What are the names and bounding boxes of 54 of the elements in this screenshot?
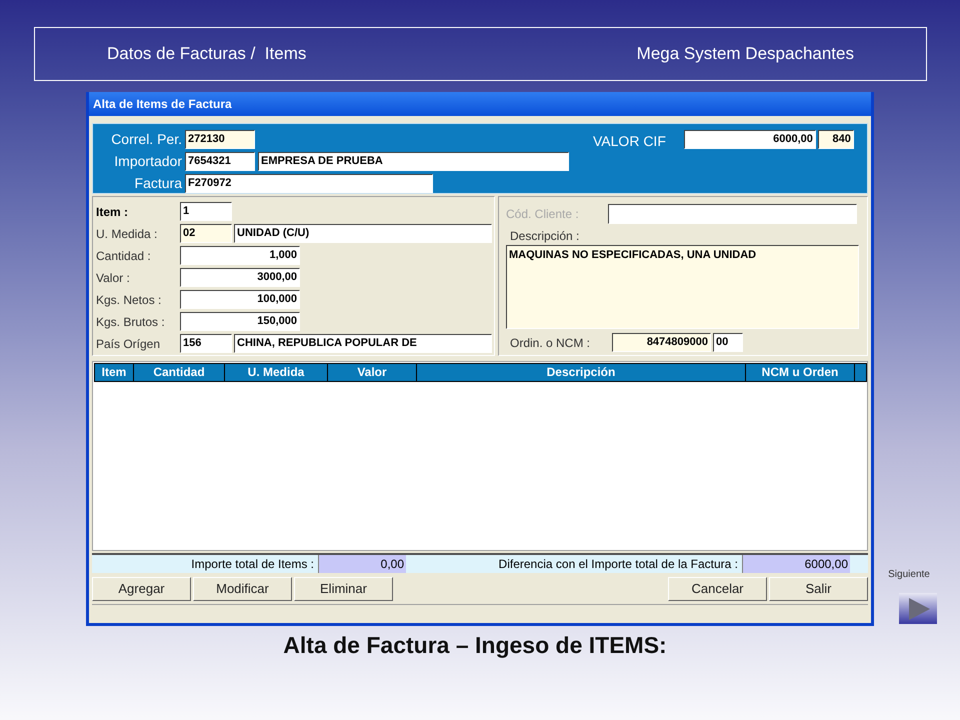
invoice-field[interactable]: F270972	[185, 174, 433, 193]
field-label: U. Medida :	[96, 226, 158, 242]
currency-field[interactable]: 840	[818, 130, 854, 149]
column-header[interactable]: U. Medida	[225, 364, 327, 381]
dialog-button[interactable]: Cancelar	[668, 577, 767, 601]
cif-amount-field[interactable]: 6000,00	[684, 130, 816, 149]
slide-title: Datos de Facturas / Items	[107, 43, 306, 66]
field-label: VALOR CIF	[593, 132, 666, 151]
field-label: Cód. Cliente :	[506, 206, 580, 223]
field-label: Factura	[134, 174, 182, 193]
ncm-suffix-field[interactable]: 00	[713, 333, 743, 352]
item-field[interactable]: 1	[180, 202, 232, 221]
action-button[interactable]: Agregar	[92, 577, 191, 601]
field-label: Cantidad :	[96, 248, 152, 264]
difference-value: 6000,00	[742, 555, 850, 573]
next-icon[interactable]	[899, 593, 937, 624]
number-field[interactable]: 1,000	[180, 246, 300, 265]
importer-code-field[interactable]: 7654321	[185, 152, 255, 171]
field-label: Kgs. Netos :	[96, 292, 162, 308]
field-label: Valor :	[96, 270, 131, 286]
field-label: Correl. Per.	[110, 130, 182, 149]
brand-name: Mega System Despachantes	[636, 43, 854, 66]
column-header[interactable]: Cantidad	[134, 364, 224, 381]
field-label: Kgs. Brutos :	[96, 314, 166, 330]
name-field[interactable]: UNIDAD (C/U)	[234, 224, 492, 243]
field-label: País Orígen	[96, 336, 162, 352]
code-field[interactable]: 02	[180, 224, 232, 243]
correl-field[interactable]: 272130	[185, 130, 255, 149]
slide-caption: Alta de Factura – Ingeso de ITEMS:	[283, 632, 667, 658]
action-button[interactable]: Modificar	[193, 577, 292, 601]
window-title: Alta de Items de Factura	[89, 92, 871, 116]
client-code-field[interactable]	[608, 204, 857, 224]
field-label: Descripción :	[510, 228, 580, 245]
importer-name-field[interactable]: EMPRESA DE PRUEBA	[258, 152, 569, 171]
number-field[interactable]: 150,000	[180, 312, 300, 331]
name-field[interactable]: CHINA, REPUBLICA POPULAR DE	[234, 334, 492, 353]
field-label: Ordin. o NCM :	[510, 334, 592, 352]
column-header[interactable]: NCM u Orden	[746, 364, 854, 381]
field-label: Importador	[113, 152, 182, 171]
number-field[interactable]: 100,000	[180, 290, 300, 309]
difference-label: Diferencia con el Importe total de la Factura :	[498, 556, 739, 573]
total-label: Importe total de Items :	[190, 556, 315, 573]
next-label: Siguiente	[888, 568, 930, 582]
dialog-button[interactable]: Salir	[769, 577, 868, 601]
ncm-field[interactable]: 8474809000	[612, 333, 711, 352]
column-header[interactable]: Descripción	[417, 364, 745, 381]
description-field[interactable]: MAQUINAS NO ESPECIFICADAS, UNA UNIDAD	[506, 245, 859, 329]
field-label: Item :	[96, 204, 130, 220]
total-value: 0,00	[318, 555, 406, 573]
column-header[interactable]: Item	[95, 364, 133, 381]
number-field[interactable]: 3000,00	[180, 268, 300, 287]
action-button[interactable]: Eliminar	[294, 577, 393, 601]
column-header[interactable]: Valor	[328, 364, 416, 381]
code-field[interactable]: 156	[180, 334, 232, 353]
